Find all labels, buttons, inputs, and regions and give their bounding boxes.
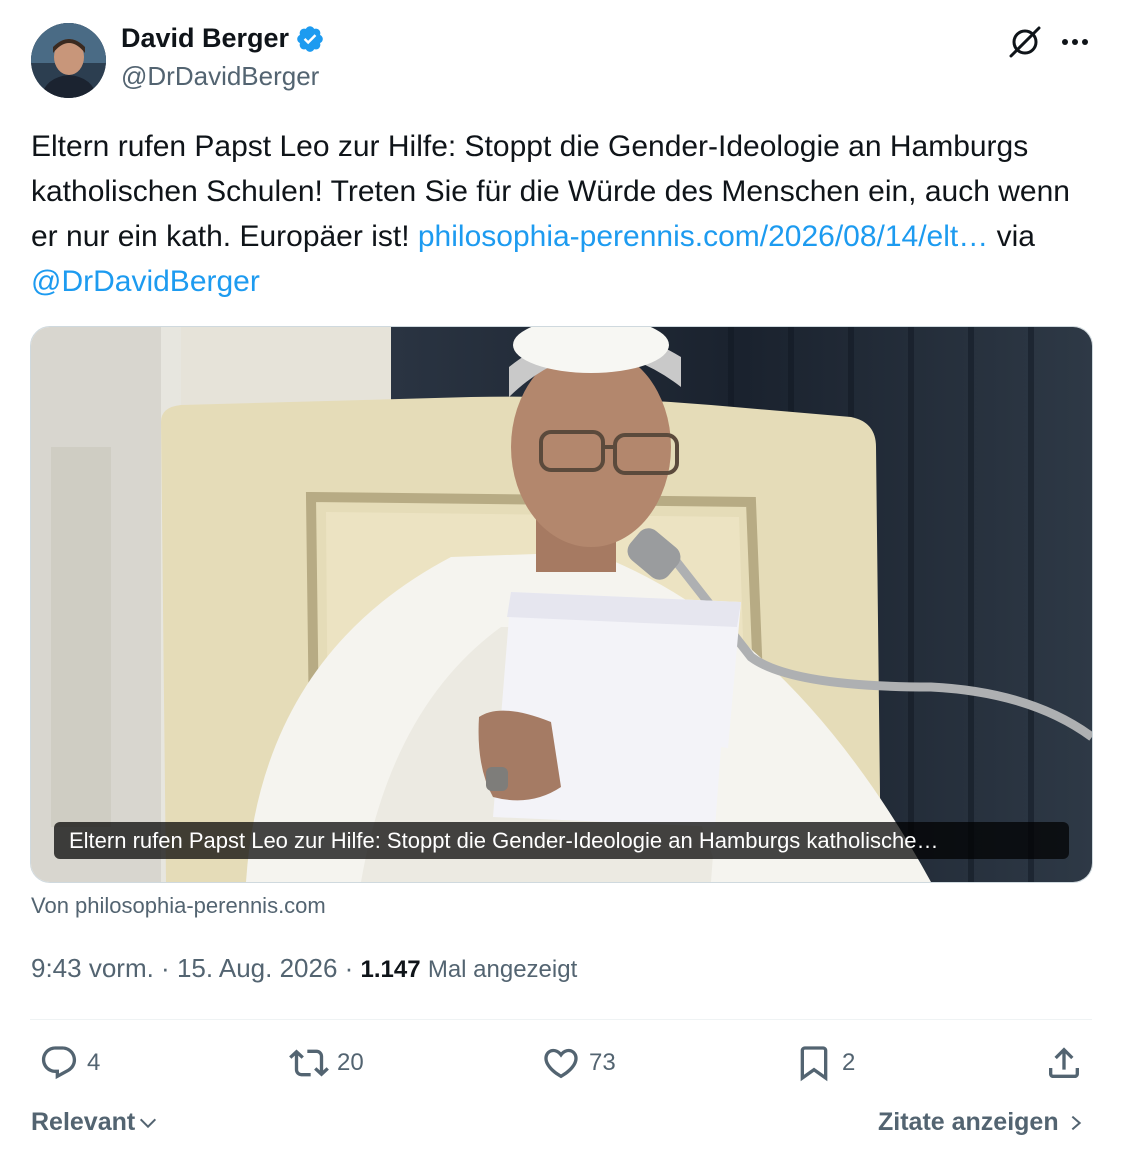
views-label: Mal angezeigt	[427, 956, 578, 983]
tweet-date[interactable]: 15. Aug. 2026	[177, 953, 337, 984]
like-button[interactable]: 73	[541, 1043, 616, 1083]
card-source[interactable]: Von philosophia-perennis.com	[31, 893, 326, 919]
sort-label: Relevant	[31, 1108, 136, 1136]
repost-count: 20	[337, 1049, 364, 1076]
mention-link[interactable]: @DrDavidBerger	[31, 265, 260, 298]
chevron-down-icon	[140, 1118, 157, 1128]
share-button[interactable]	[1044, 1043, 1084, 1083]
verified-badge-icon	[297, 25, 323, 52]
share-icon	[1049, 1047, 1079, 1078]
avatar[interactable]	[31, 23, 106, 98]
divider	[30, 1019, 1092, 1020]
reply-icon	[41, 1046, 77, 1080]
article-link[interactable]: philosophia-perennis.com/2026/08/14/elt…	[418, 220, 988, 253]
reply-button[interactable]: 4	[39, 1043, 100, 1083]
via-text: via	[988, 220, 1035, 253]
tweet-time[interactable]: 9:43 vorm.	[31, 953, 154, 984]
meta-separator: ·	[153, 953, 177, 983]
views-count: 1.147	[360, 956, 421, 983]
author-name-row: David Berger	[121, 23, 325, 54]
repost-icon	[289, 1049, 329, 1077]
heart-icon	[544, 1048, 578, 1079]
tweet-meta: 9:43 vorm. · 15. Aug. 2026 · 1.147 Mal a…	[31, 953, 577, 984]
more-options-icon[interactable]	[1058, 27, 1092, 57]
quotes-label: Zitate anzeigen	[878, 1108, 1059, 1136]
reply-count: 4	[87, 1049, 101, 1076]
meta-separator-2: ·	[337, 953, 361, 983]
card-caption[interactable]: Eltern rufen Papst Leo zur Hilfe: Stoppt…	[54, 822, 1069, 859]
bookmark-button[interactable]: 2	[794, 1043, 855, 1083]
chevron-right-icon	[1071, 1115, 1081, 1130]
grok-icon[interactable]	[1007, 24, 1043, 60]
view-quotes-link[interactable]: Zitate anzeigen	[878, 1108, 1085, 1137]
author-handle[interactable]: @DrDavidBerger	[121, 61, 319, 92]
sort-replies-button[interactable]: Relevant	[31, 1108, 159, 1137]
link-preview-card[interactable]	[30, 326, 1093, 883]
author-name[interactable]: David Berger	[121, 23, 289, 54]
tweet-text: Eltern rufen Papst Leo zur Hilfe: Stoppt…	[31, 124, 1096, 304]
bookmark-icon	[800, 1046, 828, 1082]
preview-image	[31, 327, 1092, 882]
bookmark-count: 2	[842, 1049, 856, 1076]
repost-button[interactable]: 20	[289, 1043, 364, 1083]
like-count: 73	[589, 1049, 616, 1076]
